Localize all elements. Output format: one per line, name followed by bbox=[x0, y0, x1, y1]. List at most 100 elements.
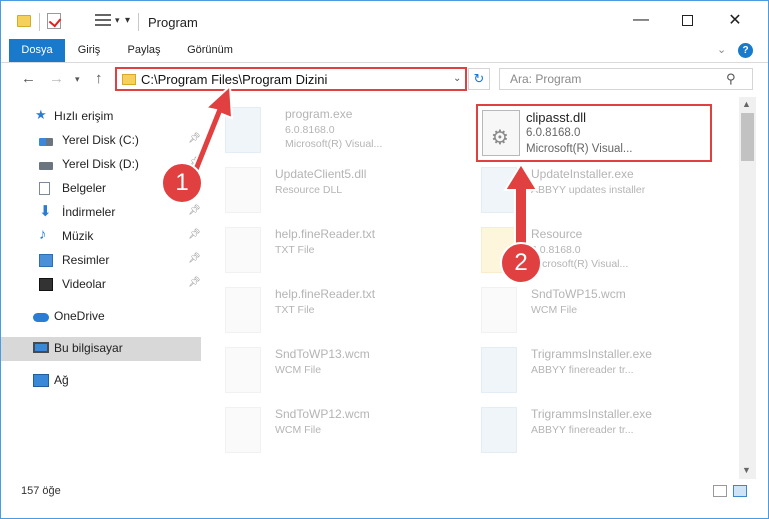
file-name: Resource bbox=[531, 227, 583, 241]
exe-file-icon bbox=[481, 407, 517, 453]
download-icon: ⬇ bbox=[39, 203, 52, 220]
file-item[interactable]: help.fineReader.txt TXT File bbox=[213, 281, 453, 339]
exe-file-icon bbox=[481, 347, 517, 393]
file-item[interactable]: SndToWP15.wcm WCM File bbox=[469, 281, 709, 339]
pin-icon[interactable]: 📌︎ bbox=[188, 229, 201, 240]
maximize-button[interactable] bbox=[664, 1, 710, 39]
properties-icon[interactable] bbox=[47, 13, 61, 29]
chevron-down-icon[interactable]: ▾ bbox=[115, 15, 120, 26]
large-icons-view-button[interactable] bbox=[733, 485, 747, 497]
file-detail: 6.0.8168.0 bbox=[526, 127, 581, 139]
sidebar-item-pictures[interactable]: Resimler 📌︎ bbox=[1, 249, 201, 273]
sidebar-item-label: Müzik bbox=[62, 229, 94, 243]
file-name: help.fineReader.txt bbox=[275, 227, 376, 241]
status-bar: 157 öğe bbox=[1, 480, 768, 502]
sidebar-item-quick-access[interactable]: ★ Hızlı erişim bbox=[1, 105, 201, 129]
minimize-button[interactable]: — bbox=[618, 1, 664, 39]
window-title: Program bbox=[148, 15, 198, 30]
dll-file-icon: ⚙ bbox=[482, 110, 520, 156]
help-icon[interactable]: ? bbox=[738, 43, 753, 58]
pin-icon[interactable]: 📌︎ bbox=[188, 133, 201, 144]
sidebar-item-this-pc[interactable]: Bu bilgisayar bbox=[1, 337, 201, 361]
scroll-down-icon[interactable]: ▼ bbox=[742, 465, 751, 475]
customize-toolbar-icon[interactable]: ▾ bbox=[125, 15, 130, 26]
cloud-icon bbox=[33, 313, 49, 322]
file-item[interactable]: SndToWP12.wcm WCM File bbox=[213, 401, 453, 459]
dll-file-icon bbox=[225, 167, 261, 213]
sidebar-item-label: Ağ bbox=[54, 373, 69, 387]
file-item[interactable]: SndToWP13.wcm WCM File bbox=[213, 341, 453, 399]
folder-icon bbox=[122, 74, 136, 85]
pin-icon[interactable]: 📌︎ bbox=[188, 205, 201, 216]
sidebar-item-label: OneDrive bbox=[54, 309, 105, 323]
disk-icon bbox=[39, 138, 53, 146]
close-button[interactable]: ✕ bbox=[712, 1, 758, 39]
file-item[interactable]: UpdateInstaller.exe ABBYY updates instal… bbox=[469, 161, 709, 219]
file-name: UpdateInstaller.exe bbox=[531, 167, 634, 181]
pictures-icon bbox=[39, 254, 53, 267]
sidebar-item-label: Resimler bbox=[62, 253, 110, 267]
tab-home[interactable]: Giriş bbox=[65, 39, 113, 62]
file-detail: ABBYY finereader tr... bbox=[531, 424, 634, 436]
ribbon-tabs: Dosya Giriş Paylaş Görünüm ⌄ ? bbox=[1, 39, 768, 63]
tab-view[interactable]: Görünüm bbox=[173, 39, 247, 62]
wcm-file-icon bbox=[225, 407, 261, 453]
sidebar-item-downloads[interactable]: ⬇ İndirmeler 📌︎ bbox=[1, 201, 201, 225]
sidebar-item-label: Belgeler bbox=[62, 181, 107, 195]
address-bar[interactable]: C:\Program Files\Program Dizini ⌄ bbox=[115, 67, 467, 91]
folder-icon[interactable] bbox=[17, 15, 31, 27]
sidebar-item-music[interactable]: ♪ Müzik 📌︎ bbox=[1, 225, 201, 249]
sidebar-item-onedrive[interactable]: OneDrive bbox=[1, 305, 201, 329]
music-icon: ♪ bbox=[39, 226, 47, 243]
txt-file-icon bbox=[225, 287, 261, 333]
gear-icon: ⚙ bbox=[491, 127, 509, 149]
back-button[interactable]: ← bbox=[21, 70, 36, 87]
file-name: TrigrammsInstaller.exe bbox=[531, 407, 652, 421]
address-path[interactable]: C:\Program Files\Program Dizini bbox=[141, 72, 327, 87]
chevron-down-icon[interactable]: ⌄ bbox=[453, 73, 461, 84]
forward-button[interactable]: → bbox=[49, 70, 64, 87]
pin-icon[interactable]: 📌︎ bbox=[188, 277, 201, 288]
sidebar-item-label: Videolar bbox=[62, 277, 106, 291]
sidebar-item-label: Yerel Disk (D:) bbox=[62, 157, 139, 171]
file-item[interactable]: help.fineReader.txt TXT File bbox=[213, 221, 453, 279]
file-item-highlighted[interactable]: ⚙ clipasst.dll 6.0.8168.0 Microsoft(R) V… bbox=[476, 104, 712, 162]
file-detail: WCM File bbox=[275, 364, 322, 376]
file-detail: ABBYY updates installer bbox=[531, 184, 646, 196]
exe-file-icon bbox=[225, 107, 261, 153]
search-input[interactable]: Ara: Program ⚲ bbox=[499, 68, 753, 90]
file-detail: Microsoft(R) Visual... bbox=[531, 258, 629, 270]
details-view-button[interactable] bbox=[713, 485, 727, 497]
file-name: TrigrammsInstaller.exe bbox=[531, 347, 652, 361]
sidebar-item-local-disk-c[interactable]: Yerel Disk (C:) 📌︎ bbox=[1, 129, 201, 153]
item-count: 157 öğe bbox=[21, 485, 61, 497]
tab-file[interactable]: Dosya bbox=[9, 39, 65, 62]
file-name: UpdateClient5.dll bbox=[275, 167, 367, 181]
sidebar-item-network[interactable]: Ağ bbox=[1, 369, 201, 393]
file-item[interactable]: TrigrammsInstaller.exe ABBYY finereader … bbox=[469, 401, 709, 459]
up-button[interactable]: ↑ bbox=[95, 70, 103, 87]
scroll-up-icon[interactable]: ▲ bbox=[742, 99, 751, 109]
scroll-thumb[interactable] bbox=[741, 113, 754, 161]
vertical-scrollbar[interactable]: ▲ ▼ bbox=[739, 97, 756, 479]
wcm-file-icon bbox=[481, 287, 517, 333]
file-item[interactable]: UpdateClient5.dll Resource DLL bbox=[213, 161, 453, 219]
tab-share[interactable]: Paylaş bbox=[115, 39, 173, 62]
file-item[interactable]: TrigrammsInstaller.exe ABBYY finereader … bbox=[469, 341, 709, 399]
recent-locations-button[interactable]: ▾ bbox=[75, 74, 80, 85]
step-badge-2: 2 bbox=[500, 242, 542, 284]
file-item[interactable]: program.exe 6.0.8168.0 Microsoft(R) Visu… bbox=[213, 101, 453, 159]
file-name: clipasst.dll bbox=[526, 110, 586, 125]
file-name: help.fineReader.txt bbox=[275, 287, 376, 301]
pin-icon[interactable]: 📌︎ bbox=[188, 253, 201, 264]
maximize-icon bbox=[681, 14, 693, 26]
view-options-icon[interactable] bbox=[95, 13, 111, 27]
star-icon: ★ bbox=[35, 107, 47, 122]
refresh-button[interactable]: ↻ bbox=[468, 68, 490, 90]
step-badge-1: 1 bbox=[161, 162, 203, 204]
sidebar-item-videos[interactable]: Videolar 📌︎ bbox=[1, 273, 201, 297]
file-name: program.exe bbox=[285, 107, 353, 121]
separator bbox=[39, 13, 40, 31]
file-name: SndToWP13.wcm bbox=[275, 347, 370, 361]
expand-ribbon-icon[interactable]: ⌄ bbox=[717, 43, 726, 56]
